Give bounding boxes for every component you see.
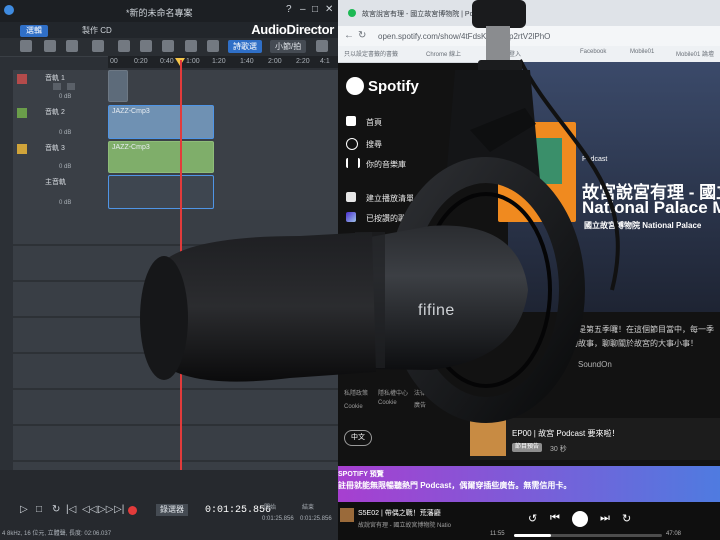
boom-adapter bbox=[472, 0, 526, 28]
foam-cap bbox=[140, 256, 188, 380]
microphone-brand-logo: fifine bbox=[418, 302, 455, 319]
microphone-photo: fifine bbox=[140, 0, 620, 423]
photo-scene: *新的未命名專案 ? – □ ✕ 選輯 製作 CD AudioDirector … bbox=[0, 0, 720, 540]
